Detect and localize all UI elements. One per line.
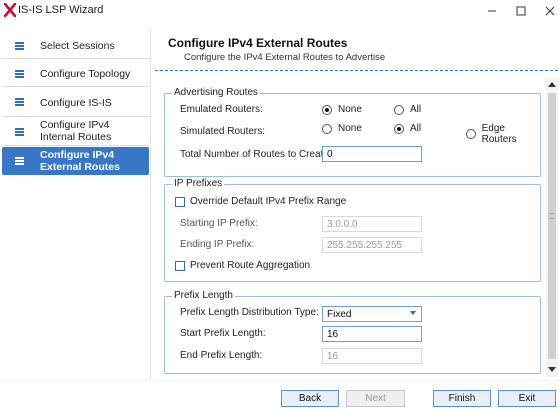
scroll-down-arrow-icon[interactable] [548, 367, 556, 372]
checkbox-label: Prevent Route Aggregation [190, 260, 311, 271]
emulated-none-radio[interactable]: None [322, 104, 362, 115]
group-legend: Prefix Length [172, 290, 235, 301]
radio-indicator [322, 104, 332, 115]
group-legend: IP Prefixes [172, 178, 225, 189]
sidebar-item-configure-ipv4-external-routes[interactable]: Configure IPv4 External Routes [2, 147, 149, 175]
group-legend: Advertising Routes [172, 87, 260, 98]
radio-indicator [466, 129, 476, 139]
scrollbar-thumb[interactable] [548, 93, 556, 359]
next-button[interactable]: Next [346, 390, 405, 407]
prevent-route-aggregation-checkbox[interactable]: Prevent Route Aggregation [175, 260, 310, 271]
app-logo-icon [4, 3, 16, 17]
close-icon [545, 6, 555, 16]
radio-label: All [410, 123, 422, 134]
maximize-icon [516, 6, 526, 16]
list-icon [15, 42, 24, 50]
simulated-none-radio[interactable]: None [322, 123, 362, 134]
simulated-all-radio[interactable]: All [394, 123, 421, 134]
sidebar-item-label: Configure IPv4 External Routes [40, 149, 120, 173]
end-prefix-length-input[interactable] [322, 348, 422, 364]
exit-button[interactable]: Exit [498, 390, 556, 407]
emulated-all-radio[interactable]: All [394, 104, 421, 115]
header-divider [155, 70, 558, 71]
radio-label: All [410, 104, 422, 115]
grip-icon [550, 213, 554, 219]
checkbox-indicator [175, 196, 185, 207]
wizard-content: Advertising Routes Emulated Routers: Non… [155, 79, 545, 377]
back-button[interactable]: Back [281, 390, 339, 407]
ip-prefixes-group: IP Prefixes Override Default IPv4 Prefix… [164, 178, 541, 282]
distribution-type-label: Prefix Length Distribution Type: [180, 307, 319, 318]
minimize-icon [488, 10, 496, 12]
starting-ip-prefix-input[interactable] [322, 216, 422, 232]
finish-button[interactable]: Finish [433, 390, 491, 407]
page-subtitle: Configure the IPv4 External Routes to Ad… [184, 52, 386, 63]
sidebar-item-configure-topology[interactable]: Configure Topology [2, 59, 149, 87]
sidebar-item-label: Select Sessions [40, 40, 115, 52]
vertical-scrollbar[interactable] [546, 79, 558, 377]
prefix-length-group: Prefix Length Prefix Length Distribution… [164, 290, 541, 374]
radio-indicator [322, 123, 332, 134]
list-icon [15, 128, 24, 136]
list-icon [15, 70, 24, 78]
list-icon [15, 157, 24, 165]
radio-label: Edge Routers [481, 123, 517, 145]
starting-ip-prefix-label: Starting IP Prefix: [180, 218, 258, 229]
simulated-edge-routers-radio[interactable]: Edge Routers [466, 123, 540, 145]
total-routes-label: Total Number of Routes to Create: [180, 149, 332, 160]
end-prefix-length-label: End Prefix Length: [180, 350, 263, 361]
wizard-step-sidebar: Select Sessions Configure Topology Confi… [0, 29, 151, 379]
select-value: Fixed [327, 309, 352, 320]
sidebar-item-label: Configure Topology [40, 68, 131, 80]
distribution-type-select[interactable]: Fixed [322, 306, 422, 322]
radio-label: None [338, 104, 362, 115]
sidebar-item-label: Configure IS-IS [40, 97, 112, 109]
title-bar: IS-IS LSP Wizard [0, 0, 560, 22]
radio-indicator [394, 104, 404, 115]
ending-ip-prefix-label: Ending IP Prefix: [180, 239, 255, 250]
emulated-routers-label: Emulated Routers: [180, 104, 263, 115]
override-default-prefix-range-checkbox[interactable]: Override Default IPv4 Prefix Range [175, 196, 346, 207]
ending-ip-prefix-input[interactable] [322, 237, 422, 253]
sidebar-item-label: Configure IPv4 Internal Routes [40, 119, 112, 143]
sidebar-item-configure-ipv4-internal-routes[interactable]: Configure IPv4 Internal Routes [2, 117, 149, 146]
total-routes-input[interactable] [322, 146, 422, 162]
sidebar-item-configure-isis[interactable]: Configure IS-IS [2, 87, 149, 117]
checkbox-indicator [175, 260, 185, 271]
radio-label: None [338, 123, 362, 134]
advertising-routes-group: Advertising Routes Emulated Routers: Non… [164, 87, 541, 177]
close-button[interactable] [532, 0, 560, 22]
simulated-routers-label: Simulated Routers: [180, 126, 266, 137]
checkbox-label: Override Default IPv4 Prefix Range [190, 196, 347, 207]
footer-divider [0, 380, 560, 381]
page-title: Configure IPv4 External Routes [168, 36, 348, 50]
chevron-down-icon [410, 311, 416, 315]
radio-indicator [394, 123, 404, 134]
sidebar-item-select-sessions[interactable]: Select Sessions [2, 31, 149, 59]
start-prefix-length-input[interactable] [322, 326, 422, 342]
window-title: IS-IS LSP Wizard [18, 4, 104, 16]
start-prefix-length-label: Start Prefix Length: [180, 328, 266, 339]
list-icon [15, 98, 24, 106]
scroll-up-arrow-icon[interactable] [548, 82, 556, 87]
